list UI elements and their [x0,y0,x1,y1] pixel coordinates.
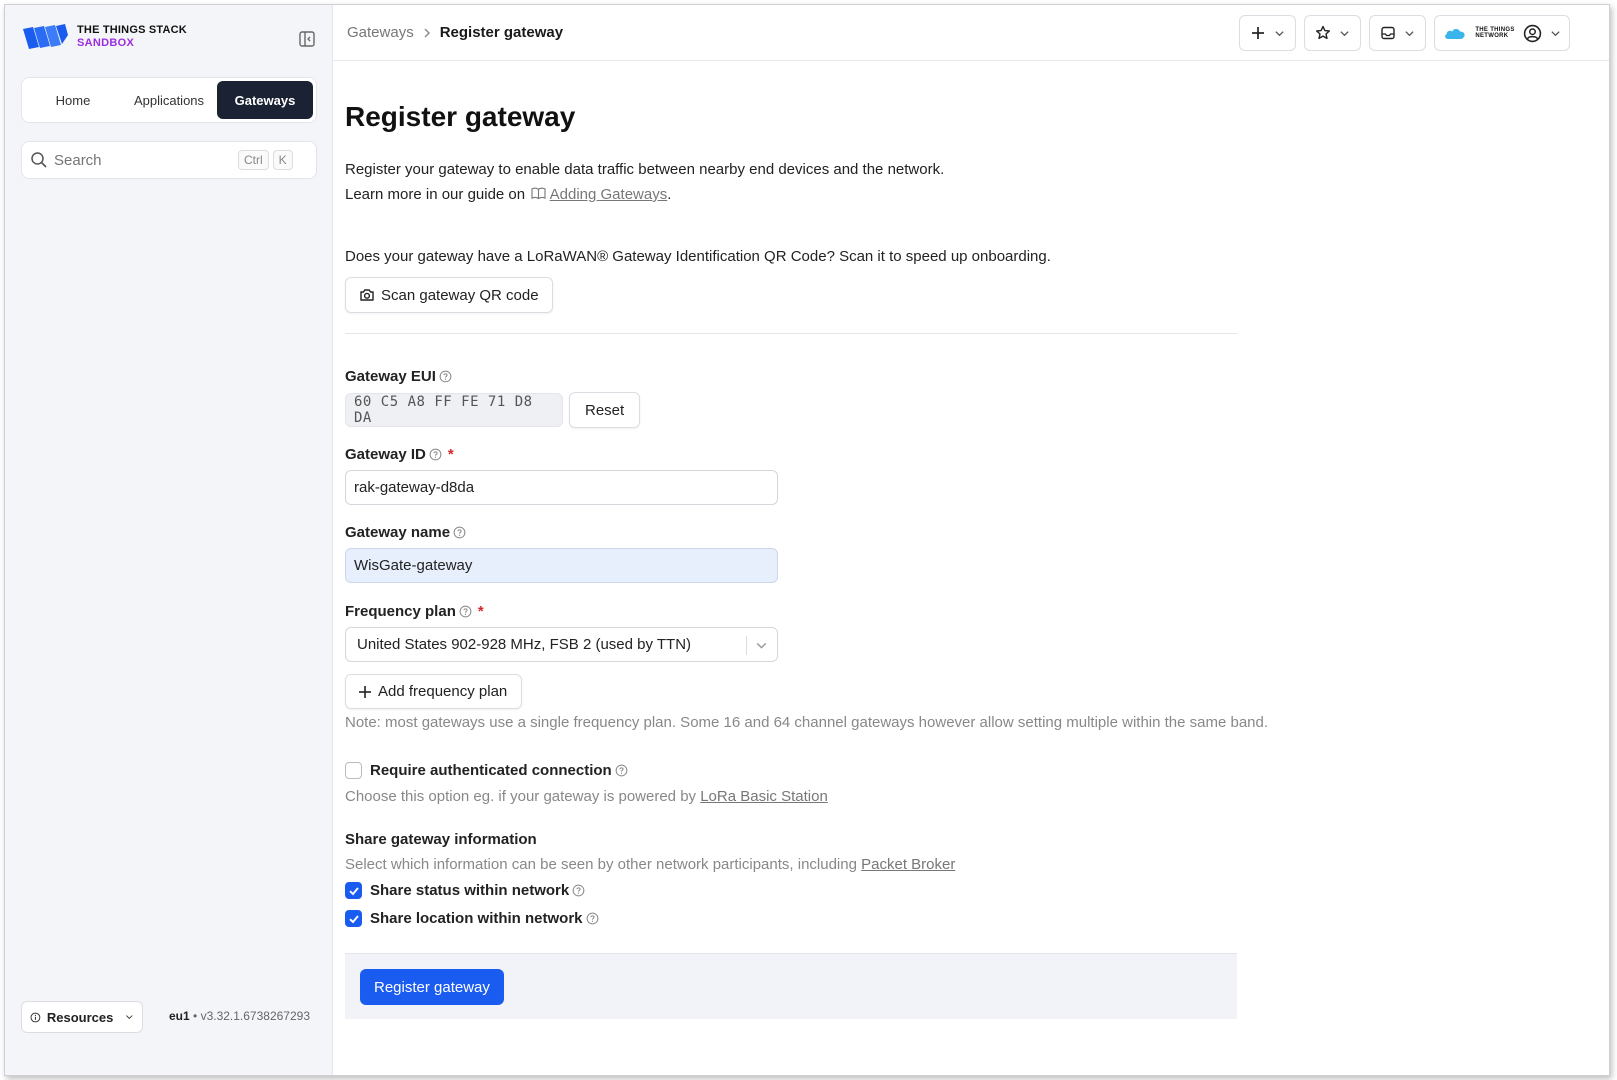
breadcrumb-current: Register gateway [439,24,564,41]
checkmark-icon [348,914,359,923]
required-marker: * [477,603,484,620]
cluster-name: eu1 [169,1009,190,1023]
frequency-plan-value: United States 902-928 MHz, FSB 2 (used b… [357,636,692,653]
sidebar: THE THINGS STACK SANDBOX Home Applicatio… [5,5,333,1075]
resources-label: Resources [46,1009,114,1025]
ttn-cloud-logo-icon [1445,28,1465,39]
adding-gateways-link[interactable]: Adding Gateways [550,186,668,203]
tab-home[interactable]: Home [25,81,121,119]
share-location-label[interactable]: Share location within network [370,910,583,927]
share-status-row: Share status within network [345,882,585,899]
plus-icon [359,685,371,698]
add-menu-button[interactable] [1239,15,1296,51]
search-icon [31,152,47,168]
profile-menu-button[interactable]: THE THINGS NETWORK [1434,15,1570,51]
user-icon [1523,24,1541,42]
top-bar: Gateways Register gateway THE THINGS NET… [333,5,1609,61]
auth-connection-checkbox[interactable] [345,762,362,779]
help-icon[interactable] [572,884,585,897]
gateway-eui-field[interactable]: 60 C5 A8 FF FE 71 D8 DA [345,393,563,427]
notifications-button[interactable] [1369,15,1426,51]
frequency-plan-label: Frequency plan * [345,603,484,620]
help-icon[interactable] [615,764,628,777]
app-window: THE THINGS STACK SANDBOX Home Applicatio… [4,4,1610,1076]
gateway-eui-label: Gateway EUI [345,368,452,385]
tab-applications[interactable]: Applications [121,81,217,119]
inbox-icon [1381,26,1395,40]
add-frequency-plan-label: Add frequency plan [378,683,508,700]
breadcrumb-gateways[interactable]: Gateways [347,24,414,41]
lora-basic-station-link[interactable]: LoRa Basic Station [700,788,828,805]
shortcut-k: K [272,150,293,170]
help-icon[interactable] [459,605,472,618]
version-number: v3.32.1.6738267293 [200,1009,310,1023]
chevron-down-icon [1340,30,1349,36]
share-location-checkbox[interactable] [345,910,362,927]
bookmarks-button[interactable] [1304,15,1361,51]
gateway-id-input[interactable]: rak-gateway-d8da [345,470,778,505]
scan-qr-button[interactable]: Scan gateway QR code [345,277,553,313]
share-location-row: Share location within network [345,910,599,927]
form-footer: Register gateway [345,953,1237,1019]
brand-logo[interactable]: THE THINGS STACK SANDBOX [21,23,187,51]
tab-gateways[interactable]: Gateways [217,81,313,119]
share-info-title: Share gateway information [345,831,537,848]
resources-button[interactable]: Resources [21,1001,143,1033]
packet-broker-link[interactable]: Packet Broker [861,856,955,873]
brand-subtitle: SANDBOX [77,37,135,49]
share-info-hint: Select which information can be seen by … [345,856,956,873]
chevron-down-icon [1551,30,1560,36]
main-nav-tabs: Home Applications Gateways [21,77,317,123]
chevron-down-icon [1405,30,1414,36]
brand-title: THE THINGS STACK [77,24,187,36]
collapse-sidebar-icon[interactable] [298,30,316,48]
checkmark-icon [348,886,359,895]
add-frequency-plan-button[interactable]: Add frequency plan [345,674,523,709]
book-icon [531,187,546,200]
help-icon[interactable] [586,912,599,925]
breadcrumb: Gateways Register gateway [347,24,563,41]
auth-connection-label[interactable]: Require authenticated connection [370,762,612,779]
help-icon[interactable] [439,370,452,383]
gateway-name-input[interactable]: WisGate-gateway [345,548,778,583]
shortcut-ctrl: Ctrl [238,150,269,170]
register-gateway-button[interactable]: Register gateway [360,969,504,1005]
section-divider [345,333,1237,334]
ttn-logo-text: THE THINGS NETWORK [1475,27,1515,39]
frequency-plan-select[interactable]: United States 902-928 MHz, FSB 2 (used b… [345,627,778,662]
reset-eui-button[interactable]: Reset [569,392,641,428]
required-marker: * [447,446,454,463]
plus-icon [1252,27,1264,39]
auth-connection-row: Require authenticated connection [345,762,628,779]
frequency-plan-note: Note: most gateways use a single frequen… [345,714,1269,731]
help-icon[interactable] [429,448,442,461]
camera-icon [360,289,374,301]
help-icon[interactable] [453,526,466,539]
auth-connection-hint: Choose this option eg. if your gateway i… [345,788,828,805]
search-box[interactable]: Ctrl K [21,141,317,179]
page-description: Register your gateway to enable data tra… [345,157,944,207]
gateway-id-label: Gateway ID * [345,446,454,463]
description-line-1: Register your gateway to enable data tra… [345,161,945,178]
chevron-down-icon [1275,30,1284,36]
chevron-down-icon [126,1015,133,1020]
description-line-2: Learn more in our guide on Adding Gatewa… [345,186,672,203]
star-icon [1316,25,1330,40]
search-input[interactable] [54,151,234,169]
scan-qr-label: Scan gateway QR code [381,286,539,304]
chevron-down-icon [756,642,767,649]
select-separator [746,636,747,655]
share-status-checkbox[interactable] [345,882,362,899]
share-status-label[interactable]: Share status within network [370,882,569,899]
qr-code-question: Does your gateway have a LoRaWAN® Gatewa… [345,248,1051,265]
info-icon [30,1012,41,1022]
chevron-right-icon [424,28,430,37]
version-info: eu1 • v3.32.1.6738267293 [169,1009,310,1023]
gateway-name-label: Gateway name [345,524,466,541]
things-stack-logo-icon [23,24,68,49]
page-title: Register gateway [345,101,576,132]
